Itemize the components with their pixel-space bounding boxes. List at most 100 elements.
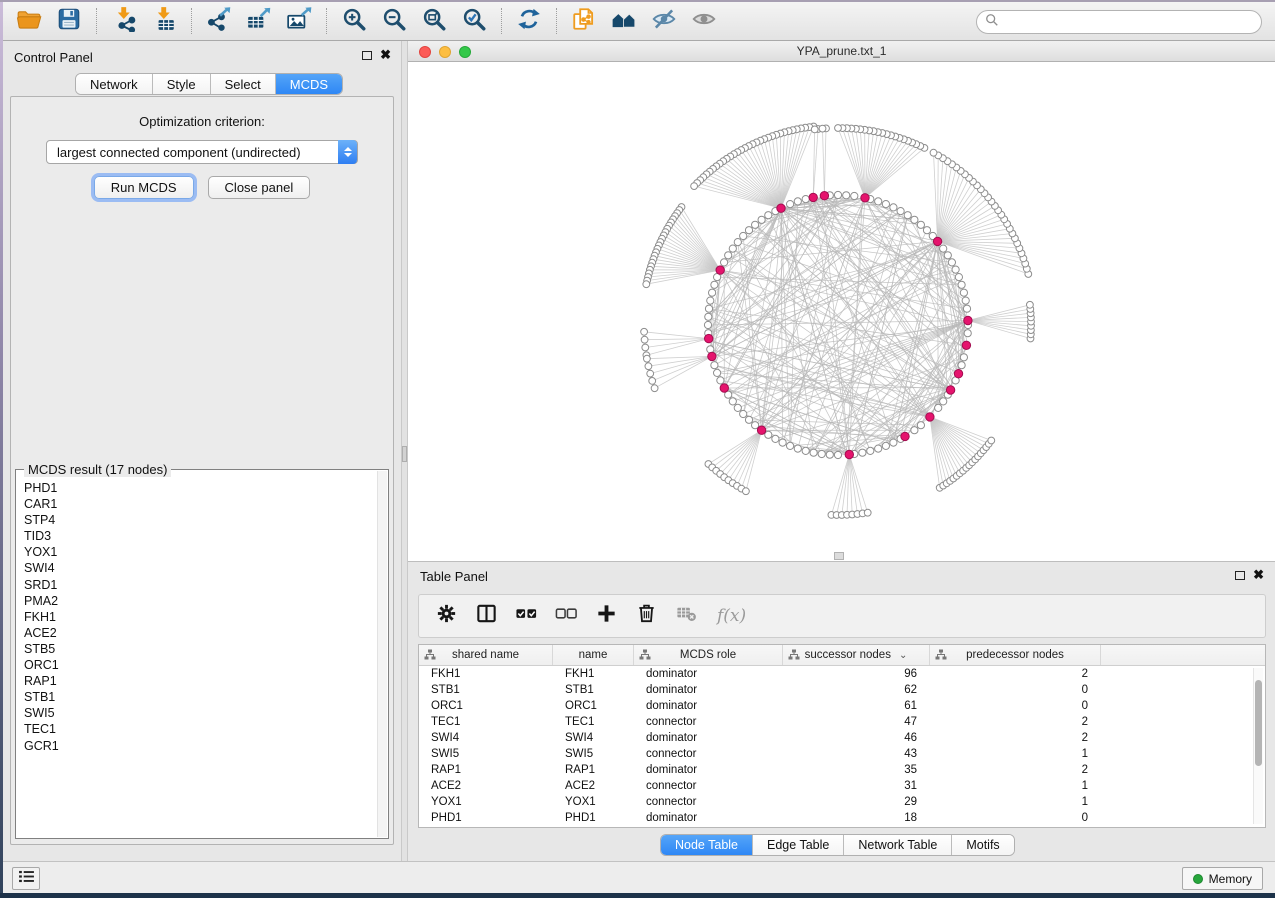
graph-ring-node[interactable]	[935, 404, 942, 411]
graph-ring-node[interactable]	[765, 212, 772, 219]
tab-edge-table[interactable]: Edge Table	[753, 835, 844, 855]
graph-ring-node[interactable]	[740, 232, 747, 239]
table-scrollbar-thumb[interactable]	[1255, 680, 1262, 766]
table-row[interactable]: SWI4SWI4dominator462	[419, 730, 1265, 746]
graph-ring-node[interactable]	[745, 416, 752, 423]
graph-ring-node[interactable]	[818, 450, 825, 457]
table-cell[interactable]: PHD1	[553, 812, 634, 824]
mcds-result-item[interactable]: STB1	[24, 689, 376, 705]
close-panel-button[interactable]: Close panel	[208, 176, 311, 199]
graph-ring-node[interactable]	[962, 297, 969, 304]
graph-ring-node[interactable]	[875, 198, 882, 205]
table-cell[interactable]: STB1	[419, 684, 553, 696]
graph-ring-node[interactable]	[904, 212, 911, 219]
show-columns-button[interactable]	[473, 603, 499, 629]
zoom-out-button[interactable]	[374, 5, 414, 37]
mcds-result-item[interactable]: TID3	[24, 528, 376, 544]
graph-ring-node[interactable]	[958, 281, 965, 288]
graph-leaf-node[interactable]	[645, 363, 652, 370]
table-cell[interactable]: SWI4	[419, 732, 553, 744]
table-cell[interactable]: SWI5	[419, 748, 553, 760]
mcds-result-item[interactable]: SRD1	[24, 577, 376, 593]
maximize-window-button[interactable]	[459, 46, 471, 58]
graph-leaf-node[interactable]	[1027, 301, 1034, 308]
table-cell[interactable]: 2	[930, 764, 1101, 776]
graph-mcds-hub-node[interactable]	[777, 204, 785, 212]
table-cell[interactable]: connector	[634, 780, 783, 792]
table-cell[interactable]: RAP1	[553, 764, 634, 776]
add-column-button[interactable]	[593, 603, 619, 629]
show-all-button[interactable]	[684, 5, 724, 37]
first-neighbors-button[interactable]	[604, 5, 644, 37]
table-cell[interactable]: 62	[783, 684, 930, 696]
column-header-shared-name[interactable]: shared name	[419, 645, 553, 665]
graph-leaf-node[interactable]	[647, 370, 654, 377]
run-mcds-button[interactable]: Run MCDS	[94, 176, 194, 199]
column-header-MCDS-role[interactable]: MCDS role	[634, 645, 783, 665]
graph-ring-node[interactable]	[955, 274, 962, 281]
graph-ring-node[interactable]	[897, 208, 904, 215]
table-cell[interactable]: dominator	[634, 700, 783, 712]
table-cell[interactable]: 1	[930, 780, 1101, 792]
graph-mcds-hub-node[interactable]	[845, 450, 853, 458]
float-panel-icon[interactable]	[362, 51, 372, 60]
hide-selected-button[interactable]	[644, 5, 684, 37]
graph-ring-node[interactable]	[709, 289, 716, 296]
mcds-result-item[interactable]: GCR1	[24, 738, 376, 754]
graph-leaf-node[interactable]	[930, 149, 937, 156]
graph-leaf-node[interactable]	[649, 378, 656, 385]
table-row[interactable]: SWI5SWI5connector431	[419, 746, 1265, 762]
graph-leaf-node[interactable]	[835, 125, 842, 132]
graph-ring-node[interactable]	[745, 227, 752, 234]
table-cell[interactable]: dominator	[634, 812, 783, 824]
mcds-result-item[interactable]: ACE2	[24, 625, 376, 641]
table-cell[interactable]: 2	[930, 732, 1101, 744]
mcds-list-scrollbar[interactable]	[377, 471, 387, 837]
graph-ring-node[interactable]	[843, 192, 850, 199]
mcds-result-item[interactable]: PHD1	[24, 480, 376, 496]
zoom-in-button[interactable]	[334, 5, 374, 37]
graph-ring-node[interactable]	[882, 442, 889, 449]
graph-ring-node[interactable]	[740, 410, 747, 417]
task-history-button[interactable]	[12, 867, 40, 890]
criterion-dropdown[interactable]: largest connected component (undirected)	[46, 140, 358, 164]
graph-ring-node[interactable]	[711, 362, 718, 369]
column-header-predecessor-nodes[interactable]: predecessor nodes	[930, 645, 1101, 665]
mcds-result-item[interactable]: TEC1	[24, 721, 376, 737]
table-row[interactable]: ORC1ORC1dominator610	[419, 698, 1265, 714]
graph-ring-node[interactable]	[960, 289, 967, 296]
graph-leaf-node[interactable]	[811, 126, 818, 133]
graph-ring-node[interactable]	[875, 445, 882, 452]
graph-mcds-hub-node[interactable]	[933, 237, 941, 245]
import-network-button[interactable]	[104, 5, 144, 37]
delete-column-button[interactable]	[633, 603, 659, 629]
column-header-name[interactable]: name	[553, 645, 634, 665]
graph-ring-node[interactable]	[923, 227, 930, 234]
graph-ring-node[interactable]	[734, 404, 741, 411]
graph-ring-node[interactable]	[948, 259, 955, 266]
select-all-checkboxes-button[interactable]	[513, 603, 539, 629]
graph-leaf-node[interactable]	[864, 509, 871, 516]
save-session-button[interactable]	[49, 5, 89, 37]
graph-ring-node[interactable]	[802, 196, 809, 203]
graph-ring-node[interactable]	[917, 221, 924, 228]
table-cell[interactable]: dominator	[634, 684, 783, 696]
graph-mcds-hub-node[interactable]	[820, 192, 828, 200]
graph-ring-node[interactable]	[940, 398, 947, 405]
mcds-result-item[interactable]: FKH1	[24, 609, 376, 625]
close-table-panel-icon[interactable]: ✖	[1253, 570, 1264, 580]
zoom-selected-button[interactable]	[454, 5, 494, 37]
graph-ring-node[interactable]	[963, 305, 970, 312]
graph-ring-node[interactable]	[725, 252, 732, 259]
table-cell[interactable]: 1	[930, 796, 1101, 808]
table-cell[interactable]: connector	[634, 716, 783, 728]
zoom-fit-button[interactable]	[414, 5, 454, 37]
table-cell[interactable]: 96	[783, 668, 930, 680]
export-table-button[interactable]	[239, 5, 279, 37]
graph-mcds-hub-node[interactable]	[716, 266, 724, 274]
table-scrollbar[interactable]	[1253, 668, 1263, 824]
graph-ring-node[interactable]	[944, 252, 951, 259]
table-cell[interactable]: 46	[783, 732, 930, 744]
graph-ring-node[interactable]	[794, 445, 801, 452]
table-cell[interactable]: ACE2	[419, 780, 553, 792]
